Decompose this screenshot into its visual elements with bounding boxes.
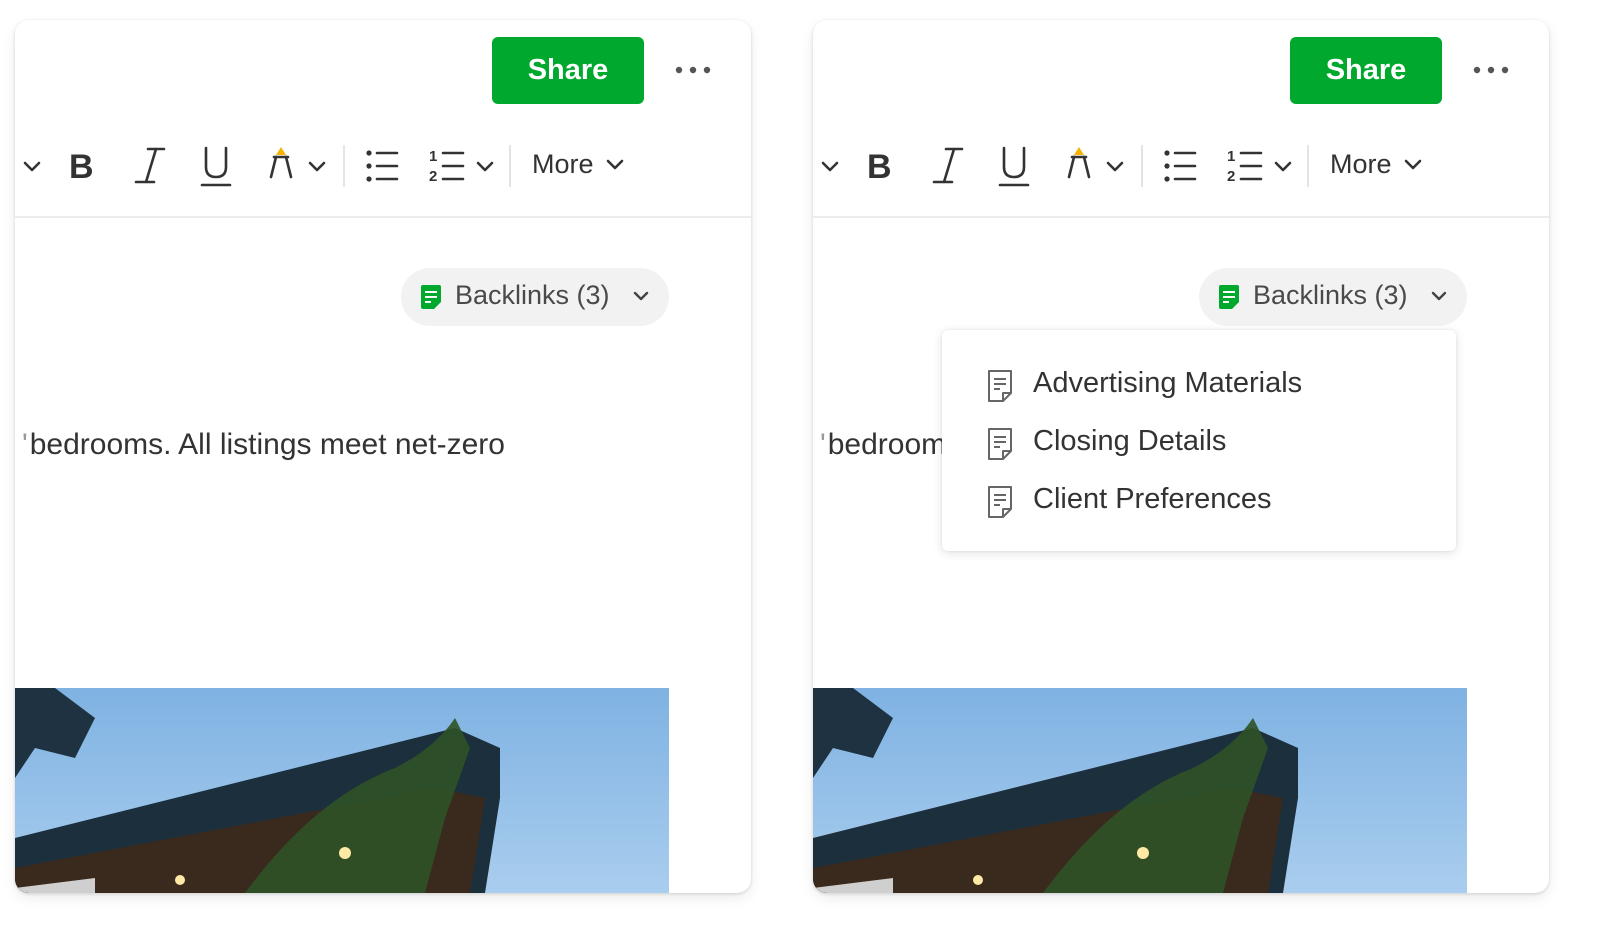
document-icon [986,427,1014,466]
numbered-list-icon[interactable]: 12 [429,135,495,199]
toolbar-separator [509,145,511,187]
svg-text:B: B [867,148,892,186]
document-icon [986,369,1014,408]
svg-text:2: 2 [429,168,437,185]
backlink-item-client-preferences[interactable]: Client Preferences [942,471,1456,527]
toolbar-separator [343,145,345,187]
svg-text:B: B [69,148,94,186]
more-menu-button[interactable]: More [1330,149,1392,180]
backlinks-button[interactable]: Backlinks (3) [401,268,669,326]
backlinks-label: Backlinks (3) [455,280,610,310]
toolbar-separator [1141,145,1143,187]
chevron-down-icon [633,290,649,309]
editor-panel-collapsed: Share B 12 More Backlinks (3) 'bedrooms.… [15,20,751,893]
underline-icon[interactable] [199,135,233,199]
chevron-down-icon[interactable] [1403,155,1423,180]
chevron-down-icon[interactable] [819,135,841,199]
backlink-item-advertising-materials[interactable]: Advertising Materials [942,355,1456,411]
note-body-text: 'bedrooms. All listings meet net-zero [22,428,505,461]
chevron-down-icon[interactable] [21,135,43,199]
bulleted-list-icon[interactable] [365,135,399,199]
formatting-toolbar: B 12 More [15,135,751,199]
chevron-down-icon [1431,290,1447,309]
svg-text:1: 1 [429,148,437,165]
share-button[interactable]: Share [492,37,644,104]
document-icon [986,485,1014,524]
svg-text:1: 1 [1227,148,1235,165]
chevron-down-icon[interactable] [605,155,625,180]
backlink-item-label: Closing Details [1033,425,1227,457]
toolbar-divider [813,216,1549,218]
bold-icon[interactable]: B [865,135,897,199]
backlink-item-closing-details[interactable]: Closing Details [942,413,1456,469]
toolbar-separator [1307,145,1309,187]
bulleted-list-icon[interactable] [1163,135,1197,199]
backlinks-button[interactable]: Backlinks (3) [1199,268,1467,326]
share-button[interactable]: Share [1290,37,1442,104]
house-photo [15,688,669,893]
more-horizontal-icon[interactable] [1471,60,1511,80]
editor-panel-expanded: Share B 12 More Backlinks (3) 'bedroom A… [813,20,1549,893]
highlighter-icon[interactable] [1063,135,1127,199]
note-icon [1219,285,1239,314]
numbered-list-icon[interactable]: 12 [1227,135,1293,199]
backlinks-label: Backlinks (3) [1253,280,1408,310]
italic-icon[interactable] [133,135,167,199]
backlink-item-label: Advertising Materials [1033,367,1303,399]
backlink-item-label: Client Preferences [1033,483,1272,515]
house-photo [813,688,1467,893]
backlinks-dropdown: Advertising Materials Closing Details Cl… [942,330,1456,551]
svg-text:2: 2 [1227,168,1235,185]
toolbar-divider [15,216,751,218]
more-horizontal-icon[interactable] [673,60,713,80]
formatting-toolbar: B 12 More [813,135,1549,199]
note-body-text-content: bedrooms. All listings meet net-zero [29,428,505,461]
underline-icon[interactable] [997,135,1031,199]
note-body-text: 'bedroom [820,428,947,461]
note-body-text-content: bedroom [827,428,947,461]
italic-icon[interactable] [931,135,965,199]
more-menu-button[interactable]: More [532,149,594,180]
bold-icon[interactable]: B [67,135,99,199]
highlighter-icon[interactable] [265,135,329,199]
note-icon [421,285,441,314]
